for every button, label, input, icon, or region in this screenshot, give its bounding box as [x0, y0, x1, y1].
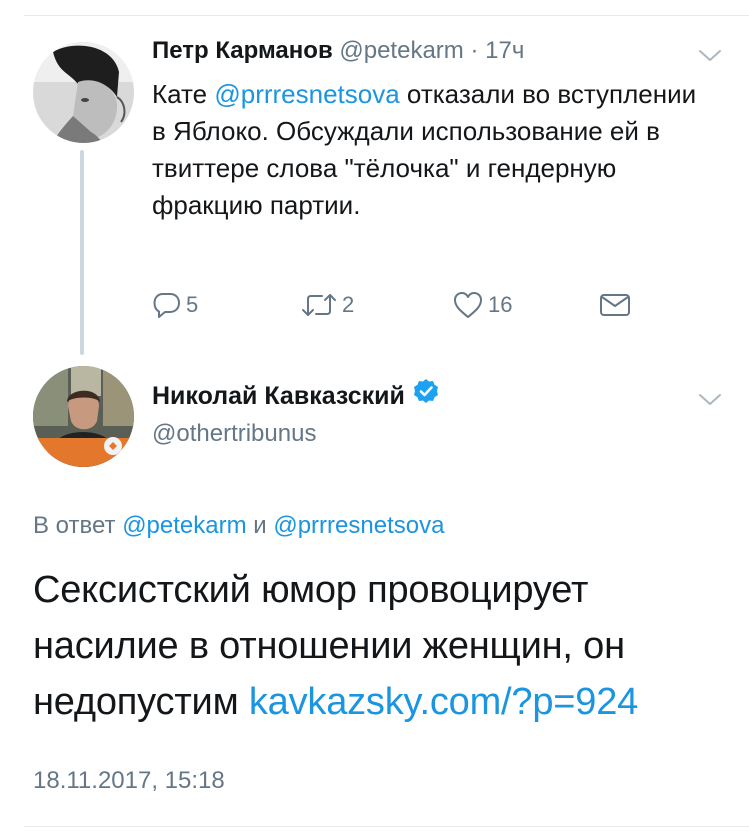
chevron-down-icon[interactable]: [697, 392, 723, 408]
tweet2-author-row: Николай Кавказский: [152, 378, 439, 413]
tweet1-text: Кате @prrresnetsova отказали во вступлен…: [152, 76, 712, 224]
tweet2-author-name[interactable]: Николай Кавказский: [152, 379, 405, 413]
tweet1-author-name[interactable]: Петр Карманов: [152, 37, 333, 64]
reply-icon: [153, 293, 180, 318]
tweet1-separator: ·: [470, 37, 479, 64]
tweet1-header: Петр Карманов @petekarm · 17ч: [152, 34, 524, 68]
reply-mention-prrresnetsova[interactable]: @prrresnetsova: [273, 512, 444, 539]
tweet1-handle[interactable]: @petekarm: [339, 37, 463, 64]
retweet-button[interactable]: 2: [300, 288, 354, 322]
avatar-nikolai-kavkazsky[interactable]: [33, 366, 134, 467]
like-icon: [454, 292, 482, 318]
top-divider: [24, 15, 749, 16]
tweet2-text: Сексистский юмор провоцирует насилие в о…: [33, 562, 733, 730]
retweet-count: 2: [342, 292, 355, 317]
tweet2-handle[interactable]: @othertribunus: [152, 418, 316, 450]
reply-button[interactable]: 5: [152, 288, 198, 322]
reply-mention-petekarm[interactable]: @petekarm: [122, 512, 246, 539]
thread-connector-line: [80, 150, 84, 355]
tweet1-time[interactable]: 17ч: [485, 37, 524, 64]
like-count: 16: [488, 292, 513, 317]
retweet-icon: [302, 294, 336, 316]
reply-prefix: В ответ: [33, 512, 123, 539]
chevron-down-icon[interactable]: [697, 48, 723, 64]
tweet1-mention[interactable]: @prrresnetsova: [214, 79, 399, 109]
tweet1-text-before: Кате: [152, 79, 215, 109]
tweet2-timestamp[interactable]: 18.11.2017, 15:18: [33, 765, 225, 797]
reply-context: В ответ @petekarm и @prrresnetsova: [33, 510, 444, 542]
tweet2-link[interactable]: kavkazsky.com/?p=924: [249, 681, 638, 723]
dm-button[interactable]: [599, 288, 631, 322]
reply-and: и: [246, 512, 274, 539]
bottom-divider: [24, 826, 749, 827]
like-button[interactable]: 16: [452, 288, 512, 322]
reply-count: 5: [186, 292, 199, 317]
verified-icon: [413, 378, 439, 413]
dm-icon: [600, 294, 630, 316]
avatar-petr-karmanov[interactable]: [33, 42, 134, 143]
